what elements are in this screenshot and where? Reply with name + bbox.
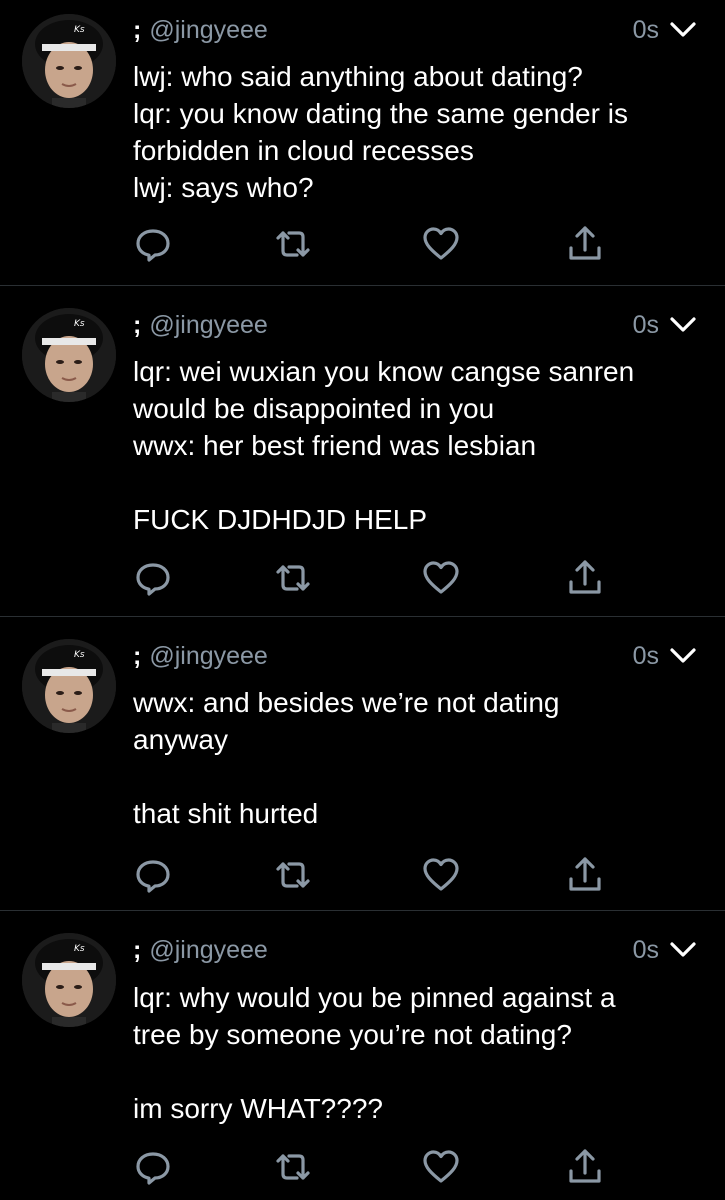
retweet-button[interactable] [273,224,313,264]
share-icon [569,226,601,260]
chevron-down-icon[interactable] [669,312,697,338]
avatar-image: Ks [22,14,116,108]
retweet-icon [276,862,310,888]
handle-text: @jingyeee [149,16,268,44]
display-name: ; [133,16,142,44]
handle-text: @jingyeee [149,642,268,670]
avatar[interactable]: Ks [22,933,116,1027]
timestamp: 0s [632,16,659,44]
tweet-line: FUCK DJDHDJD HELP [133,504,428,535]
tweet-header: ; @jingyeee 0s [133,933,697,967]
avatar[interactable]: Ks [22,308,116,402]
avatar[interactable]: Ks [22,14,116,108]
tweet-line: forbidden in cloud recesses [133,135,474,166]
reply-button[interactable] [133,224,173,264]
chevron-down-icon[interactable] [669,937,697,963]
tweet-line: im sorry WHAT???? [133,1093,383,1124]
heart-icon [423,227,459,260]
svg-text:Ks: Ks [74,319,85,329]
reply-icon [136,563,170,596]
timestamp: 0s [632,936,659,964]
tweet-actions [133,855,613,895]
reply-icon [136,1152,170,1185]
share-icon [569,560,601,594]
tweet-line: wwx: and besides we’re not dating [133,687,560,718]
tweet-line: would be disappointed in you [133,393,495,424]
tweet-header: ; @jingyeee 0s [133,13,697,47]
tweet-line: anyway [133,724,228,755]
tweet-actions [133,558,613,598]
chevron-down-icon[interactable] [669,17,697,43]
tweet-line: wwx: her best friend was lesbian [133,430,537,461]
tweet-actions [133,224,613,264]
tweet-actions [133,1147,613,1187]
tweet-line: lwj: says who? [133,172,314,203]
share-icon [569,1149,601,1183]
handle-text: @jingyeee [149,936,268,964]
tweet-line: lqr: why would you be pinned against a [133,982,616,1013]
tweet[interactable]: Ks ; @jingyeee 0s lqr: why would you be p… [0,911,725,1200]
reply-icon [136,229,170,262]
tweet-text: lwj: who said anything about dating? lqr… [133,58,703,206]
tweet-line: lwj: who said anything about dating? [133,61,583,92]
tweet-header: ; @jingyeee 0s [133,308,697,342]
tweet[interactable]: Ks ; @jingyeee 0s lwj: who said anything … [0,0,725,285]
display-name: ; [133,642,142,670]
avatar[interactable]: Ks [22,639,116,733]
heart-icon [423,561,459,594]
author-handle[interactable]: ; @jingyeee [133,933,268,967]
share-button[interactable] [565,855,605,895]
reply-button[interactable] [133,855,173,895]
share-icon [569,857,601,891]
svg-text:Ks: Ks [74,944,85,954]
tweet-line: lqr: you know dating the same gender is [133,98,628,129]
tweet[interactable]: Ks ; @jingyeee 0s lqr: wei wuxian you kno… [0,286,725,616]
reply-button[interactable] [133,1147,173,1187]
timeline: Ks ; @jingyeee 0s lwj: who said anything … [0,0,725,1200]
author-handle[interactable]: ; @jingyeee [133,308,268,342]
tweet[interactable]: Ks ; @jingyeee 0s wwx: and besides we’re … [0,617,725,910]
retweet-button[interactable] [273,1147,313,1187]
like-button[interactable] [421,855,461,895]
retweet-button[interactable] [273,855,313,895]
reply-button[interactable] [133,558,173,598]
retweet-icon [276,231,310,257]
handle-text: @jingyeee [149,311,268,339]
author-handle[interactable]: ; @jingyeee [133,13,268,47]
svg-text:Ks: Ks [74,650,85,660]
display-name: ; [133,936,142,964]
chevron-down-icon[interactable] [669,643,697,669]
display-name: ; [133,311,142,339]
share-button[interactable] [565,1147,605,1187]
share-button[interactable] [565,224,605,264]
retweet-icon [276,565,310,591]
like-button[interactable] [421,224,461,264]
timestamp: 0s [632,311,659,339]
heart-icon [423,858,459,891]
heart-icon [423,1150,459,1183]
tweet-line: tree by someone you’re not dating? [133,1019,572,1050]
reply-icon [136,860,170,893]
svg-text:Ks: Ks [74,25,85,35]
avatar-image: Ks [22,639,116,733]
avatar-image: Ks [22,308,116,402]
tweet-text: lqr: why would you be pinned against a t… [133,979,703,1127]
tweet-line: that shit hurted [133,798,319,829]
timestamp: 0s [632,642,659,670]
avatar-image: Ks [22,933,116,1027]
tweet-line: lqr: wei wuxian you know cangse sanren [133,356,635,387]
tweet-header: ; @jingyeee 0s [133,639,697,673]
tweet-text: wwx: and besides we’re not dating anyway… [133,684,703,832]
retweet-icon [276,1154,310,1180]
share-button[interactable] [565,558,605,598]
tweet-text: lqr: wei wuxian you know cangse sanren w… [133,353,703,538]
like-button[interactable] [421,1147,461,1187]
retweet-button[interactable] [273,558,313,598]
like-button[interactable] [421,558,461,598]
author-handle[interactable]: ; @jingyeee [133,639,268,673]
